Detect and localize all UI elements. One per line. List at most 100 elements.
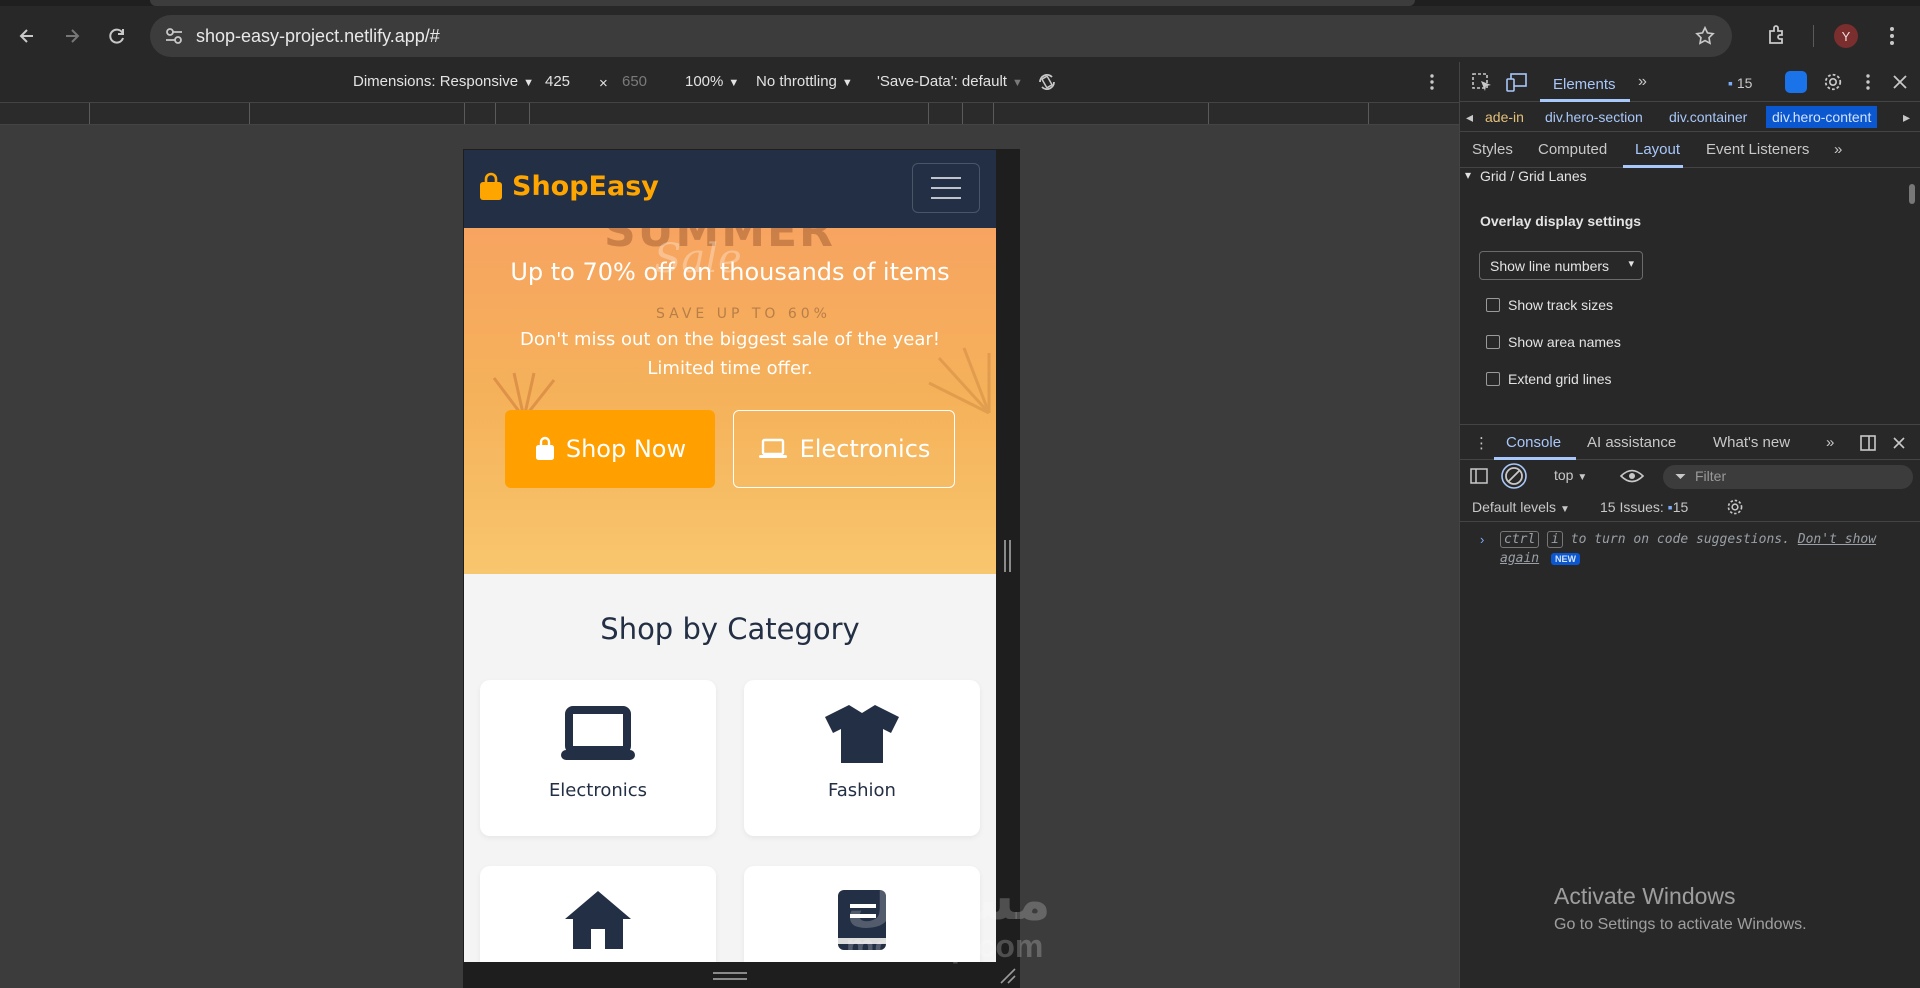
- settings-gear-icon[interactable]: [1822, 72, 1844, 92]
- tshirt-icon: [825, 705, 899, 763]
- subtab-computed[interactable]: Computed: [1538, 141, 1607, 158]
- navbar-toggler-button[interactable]: [912, 163, 980, 213]
- dock-side-icon[interactable]: [1859, 434, 1877, 452]
- issues-badge-count: 15: [1736, 75, 1753, 91]
- breadcrumb-item[interactable]: div.hero-section: [1545, 109, 1643, 125]
- clear-console-icon[interactable]: [1500, 462, 1528, 490]
- viewport-resize-corner-icon[interactable]: [998, 966, 1016, 984]
- hamburger-line: [931, 187, 961, 189]
- reload-button[interactable]: [101, 20, 133, 52]
- issues-link[interactable]: 15 Issues: ▪15: [1600, 499, 1688, 515]
- more-drawer-tabs-icon[interactable]: »: [1826, 434, 1834, 451]
- checkbox-box[interactable]: [1486, 372, 1500, 386]
- caret-down-icon: ▼: [841, 77, 853, 89]
- breadcrumb-scroll-right[interactable]: ▸: [1903, 109, 1910, 126]
- close-icon[interactable]: [1889, 72, 1911, 92]
- watermark-arabic: مستقل: [846, 868, 1051, 933]
- checkbox-box[interactable]: [1486, 298, 1500, 312]
- url-text[interactable]: shop-easy-project.netlify.app/#: [196, 26, 440, 47]
- breadcrumb-scroll-left[interactable]: ◂: [1466, 109, 1473, 126]
- category-card-home[interactable]: [480, 866, 716, 962]
- close-drawer-icon[interactable]: [1890, 434, 1908, 452]
- more-subtabs-icon[interactable]: »: [1834, 141, 1842, 158]
- show-area-names-checkbox[interactable]: Show area names: [1486, 334, 1621, 350]
- devtools-main-tabs: Elements » ▪ 15: [1460, 62, 1920, 102]
- home-icon: [565, 891, 631, 949]
- console-filter-input[interactable]: ⏷ Filter: [1663, 465, 1913, 489]
- viewport-resize-handle-right[interactable]: [1004, 540, 1011, 572]
- elements-subtabs: Styles Computed Layout Event Listeners »: [1460, 132, 1920, 168]
- site-logo[interactable]: ShopEasy: [478, 171, 659, 202]
- electronics-hero-button[interactable]: Electronics: [733, 410, 955, 488]
- star-icon[interactable]: [1694, 25, 1716, 47]
- new-badge: NEW: [1550, 553, 1580, 565]
- profile-avatar[interactable]: Y: [1834, 24, 1858, 48]
- console-toolbar: top ▼ ⏷ Filter: [1460, 460, 1920, 492]
- throttling-dropdown[interactable]: No throttling ▼: [756, 73, 853, 90]
- ai-assistant-icon[interactable]: [1785, 71, 1807, 93]
- layout-panel-scrollbar[interactable]: [1906, 170, 1918, 402]
- extensions-puzzle-icon[interactable]: [1766, 23, 1790, 47]
- inspect-element-icon[interactable]: [1471, 72, 1493, 92]
- checkbox-box[interactable]: [1486, 335, 1500, 349]
- breadcrumb-item[interactable]: div.container: [1669, 109, 1747, 125]
- site-info-icon[interactable]: [164, 26, 184, 46]
- sidebar-toggle-icon[interactable]: [1470, 468, 1488, 484]
- more-options-icon[interactable]: [1422, 72, 1442, 92]
- drawer-tab-console[interactable]: Console: [1506, 434, 1561, 451]
- drawer-tab-whats-new[interactable]: What's new: [1713, 434, 1790, 451]
- active-tab-edge[interactable]: [150, 0, 1415, 6]
- subtab-styles[interactable]: Styles: [1472, 141, 1513, 158]
- breadcrumb-item[interactable]: ade-in: [1485, 109, 1524, 125]
- console-settings-gear-icon[interactable]: [1726, 498, 1744, 516]
- device-toolbar: Dimensions: Responsive ▼ 425 × 650 100% ▼ …: [0, 62, 1459, 102]
- category-section-title: Shop by Category: [600, 612, 860, 646]
- category-label: Fashion: [828, 780, 896, 801]
- devtools-menu-icon[interactable]: [1857, 72, 1879, 92]
- forward-button[interactable]: [56, 20, 88, 52]
- drawer-tab-ai-assistance[interactable]: AI assistance: [1587, 434, 1676, 451]
- grid-section-header[interactable]: Grid / Grid Lanes: [1460, 168, 1920, 190]
- breadcrumb-item-active[interactable]: div.hero-content: [1766, 106, 1878, 128]
- eye-icon[interactable]: [1620, 468, 1644, 484]
- address-bar[interactable]: shop-easy-project.netlify.app/#: [150, 15, 1732, 57]
- media-query-ruler[interactable]: [0, 102, 1459, 125]
- subtab-event-listeners[interactable]: Event Listeners: [1706, 141, 1809, 158]
- issues-badge[interactable]: ▪ 15: [1728, 75, 1752, 91]
- more-tabs-icon[interactable]: »: [1638, 73, 1647, 91]
- browser-menu-icon[interactable]: [1882, 24, 1902, 48]
- extend-grid-lines-checkbox[interactable]: Extend grid lines: [1486, 371, 1612, 387]
- save-data-label: 'Save-Data': default: [877, 73, 1007, 90]
- dom-breadcrumbs: ◂ ade-in div.hero-section div.container …: [1460, 102, 1920, 132]
- rotate-icon[interactable]: [1036, 71, 1058, 93]
- category-card-fashion[interactable]: Fashion: [744, 680, 980, 836]
- caret-down-icon: ▼: [1011, 77, 1023, 89]
- console-suggestion-message: ctrl i to turn on code suggestions. Don'…: [1500, 530, 1900, 569]
- category-card-electronics[interactable]: Electronics: [480, 680, 716, 836]
- hero-heading: Up to 70% off on thousands of items: [510, 258, 950, 286]
- width-input[interactable]: 425: [545, 73, 570, 90]
- dimensions-dropdown[interactable]: Dimensions: Responsive ▼: [353, 73, 534, 90]
- activate-title: Activate Windows: [1554, 883, 1736, 909]
- hero-background-save: SAVE UP TO 60%: [656, 306, 831, 322]
- context-dropdown[interactable]: top ▼: [1554, 467, 1587, 483]
- shopping-bag-icon: [480, 172, 502, 200]
- shop-now-label: Shop Now: [565, 435, 687, 463]
- back-button[interactable]: [11, 20, 43, 52]
- tab-elements[interactable]: Elements: [1553, 76, 1616, 93]
- show-track-sizes-checkbox[interactable]: Show track sizes: [1486, 297, 1613, 313]
- drawer-menu-icon[interactable]: ⋮: [1474, 434, 1489, 452]
- zoom-dropdown[interactable]: 100% ▼: [685, 73, 739, 90]
- device-toggle-icon[interactable]: [1506, 72, 1528, 92]
- height-input[interactable]: 650: [622, 73, 647, 90]
- shopping-bag-icon: [535, 436, 554, 460]
- viewport-resize-handle-bottom[interactable]: [713, 972, 747, 980]
- save-data-dropdown[interactable]: 'Save-Data': default ▼: [877, 73, 1023, 90]
- category-icon-wrapper: [822, 704, 902, 764]
- log-levels-dropdown[interactable]: Default levels ▼: [1472, 499, 1570, 515]
- line-numbers-select[interactable]: Show line numbers: [1479, 251, 1643, 280]
- console-expand-icon[interactable]: ›: [1480, 532, 1484, 547]
- subtab-layout[interactable]: Layout: [1635, 141, 1680, 158]
- shop-now-button[interactable]: Shop Now: [505, 410, 715, 488]
- dimension-times: ×: [599, 75, 608, 92]
